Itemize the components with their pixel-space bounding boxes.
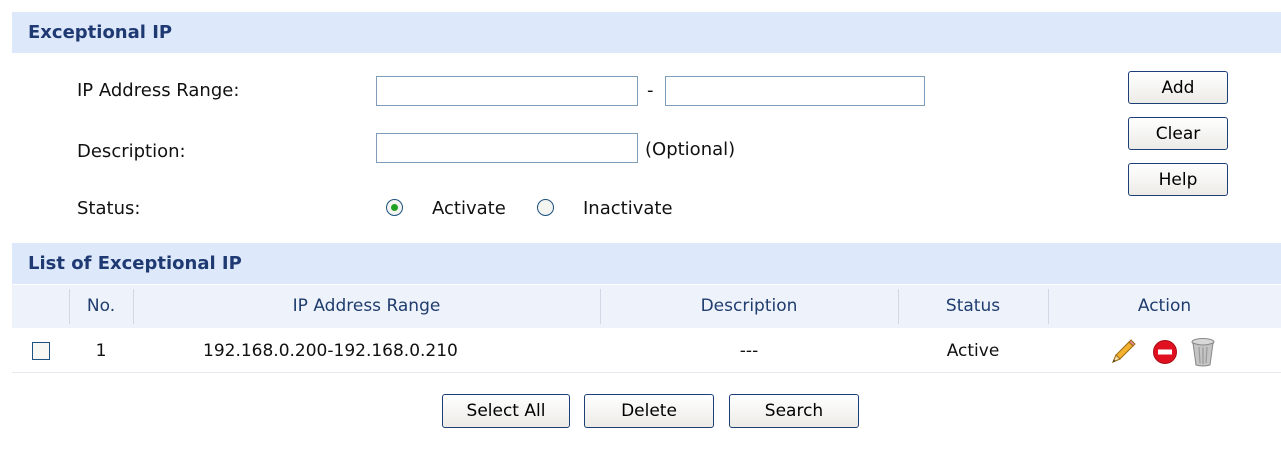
add-button[interactable]: Add [1128,71,1228,104]
edit-pencil-icon[interactable] [1109,338,1137,366]
help-button[interactable]: Help [1128,163,1228,196]
list-header: List of Exceptional IP [12,243,1281,284]
inactivate-radio[interactable] [537,199,554,216]
row-description: --- [739,341,759,361]
activate-radio[interactable] [386,199,403,216]
row-checkbox[interactable] [32,342,50,360]
select-all-button[interactable]: Select All [442,394,570,428]
clear-button[interactable]: Clear [1128,117,1228,150]
exceptional-ip-header: Exceptional IP [12,12,1281,53]
range-separator: - [647,80,654,101]
status-label: Status: [77,198,141,219]
ip-start-input[interactable] [376,76,638,106]
table-row: 1 192.168.0.200-192.168.0.210 --- Active [12,329,1281,373]
disable-icon[interactable] [1152,339,1178,365]
row-ip-range: 192.168.0.200-192.168.0.210 [203,341,458,361]
column-header-no: No. [86,296,116,316]
optional-hint: (Optional) [645,139,736,160]
delete-button[interactable]: Delete [584,394,714,428]
description-input[interactable] [376,133,638,163]
section-title: Exceptional IP [28,22,173,43]
column-header-ip-range: IP Address Range [292,296,441,316]
row-status: Active [946,341,1000,361]
row-number: 1 [95,341,107,361]
list-title: List of Exceptional IP [28,253,242,274]
inactivate-radio-label[interactable]: Inactivate [583,198,673,219]
table-header-row: No. IP Address Range Description Status … [12,285,1281,328]
activate-radio-label[interactable]: Activate [432,198,506,219]
column-header-action: Action [1137,296,1192,316]
ip-end-input[interactable] [665,76,925,106]
search-button[interactable]: Search [729,394,859,428]
description-label: Description: [77,141,186,162]
column-header-status: Status [945,296,1001,316]
trash-icon[interactable] [1189,336,1217,368]
ip-range-label: IP Address Range: [77,80,240,101]
column-header-description: Description [700,296,798,316]
